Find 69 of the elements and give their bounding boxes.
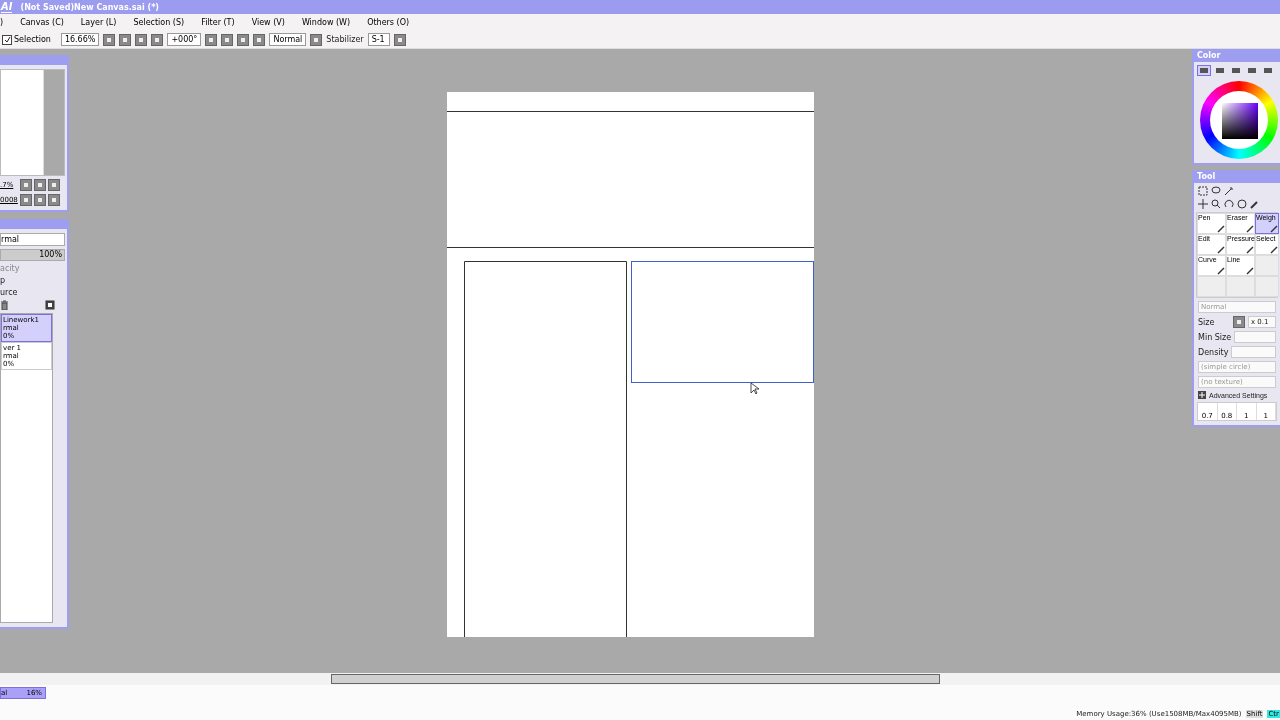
rotate-left-button[interactable] [20,194,32,206]
menu-item[interactable]: Window (W) [293,18,360,27]
dropdown-button[interactable] [1233,316,1245,328]
panel-title: Color [1194,49,1280,62]
reset-zoom-button[interactable] [151,33,164,46]
dropdown-button[interactable] [103,33,116,46]
brush-icon [1246,225,1254,233]
zoom-icon[interactable] [1211,199,1221,209]
cursor-icon [750,382,760,395]
menu-item[interactable]: Others (O) [359,18,419,27]
min-size-field[interactable] [1234,331,1276,343]
rotate-icon[interactable] [1224,199,1234,209]
stabilizer-label: Stabilizer [326,35,364,44]
move-icon[interactable] [1198,199,1208,209]
density-label: Density [1198,347,1229,357]
brush-icon [1217,267,1225,275]
menu-item[interactable]: ) [0,18,13,27]
brush-icon [1270,246,1278,254]
rotate-right-button[interactable] [237,33,250,46]
trash-icon[interactable] [0,300,9,310]
flip-button[interactable] [310,33,323,46]
density-field[interactable] [1231,346,1276,358]
zoom-in-button[interactable] [135,33,148,46]
color-mode-tab[interactable] [1245,65,1259,76]
rotate-right-button[interactable] [34,194,46,206]
menu-item[interactable]: Layer (L) [72,18,126,27]
scrollbar-thumb[interactable] [331,674,940,684]
rotate-left-button[interactable] [221,33,234,46]
size-label: Size [1198,317,1215,327]
menu-item[interactable]: View (V) [243,18,294,27]
reset-rotation-button[interactable] [48,194,60,206]
layer-option: acity [0,264,65,273]
zoom-in-button[interactable] [34,179,46,191]
color-mode-tab[interactable] [1197,65,1211,76]
lasso-icon[interactable] [1211,186,1221,196]
selection-checkbox[interactable]: Selection [2,34,51,45]
brush-icon [1246,246,1254,254]
dropdown-button[interactable] [205,33,218,46]
color-mode-tab[interactable] [1229,65,1243,76]
brush-icon [1217,225,1225,233]
layer-option: urce [0,288,65,297]
menu-item[interactable]: Canvas (C) [12,18,73,27]
menu-item[interactable]: Filter (T) [193,18,244,27]
window-title: (Not Saved)New Canvas.sai (*) [20,2,159,12]
opacity-bar[interactable]: 100% [0,249,65,261]
angle-field[interactable]: +000° [167,33,202,46]
color-mode-tab[interactable] [1213,65,1227,76]
layer-option: p [0,276,65,285]
app-logo: AI [1,1,13,13]
dropdown-button[interactable] [393,33,406,46]
layer-blend-field[interactable]: rmal [0,233,65,246]
brush-icon [1217,246,1225,254]
panel-title: Tool [1194,170,1280,183]
min-size-label: Min Size [1198,332,1232,342]
zoom-out-button[interactable] [20,179,32,191]
brush-icon [1246,267,1254,275]
magic-wand-icon[interactable] [1224,186,1234,196]
menu-item[interactable]: Selection (S) [125,18,194,27]
color-mode-tab[interactable] [1261,65,1275,76]
reset-zoom-button[interactable] [48,179,60,191]
reset-rotation-button[interactable] [253,33,266,46]
stabilizer-field[interactable]: S-1 [367,33,390,46]
zoom-field[interactable]: 16.66% [60,33,100,46]
blend-mode-field[interactable]: Normal [269,33,307,46]
new-layer-icon[interactable] [45,300,55,310]
brush-icon [1270,225,1278,233]
expand-icon[interactable] [1198,391,1206,399]
zoom-out-button[interactable] [119,33,132,46]
checkmark-icon [3,36,11,43]
